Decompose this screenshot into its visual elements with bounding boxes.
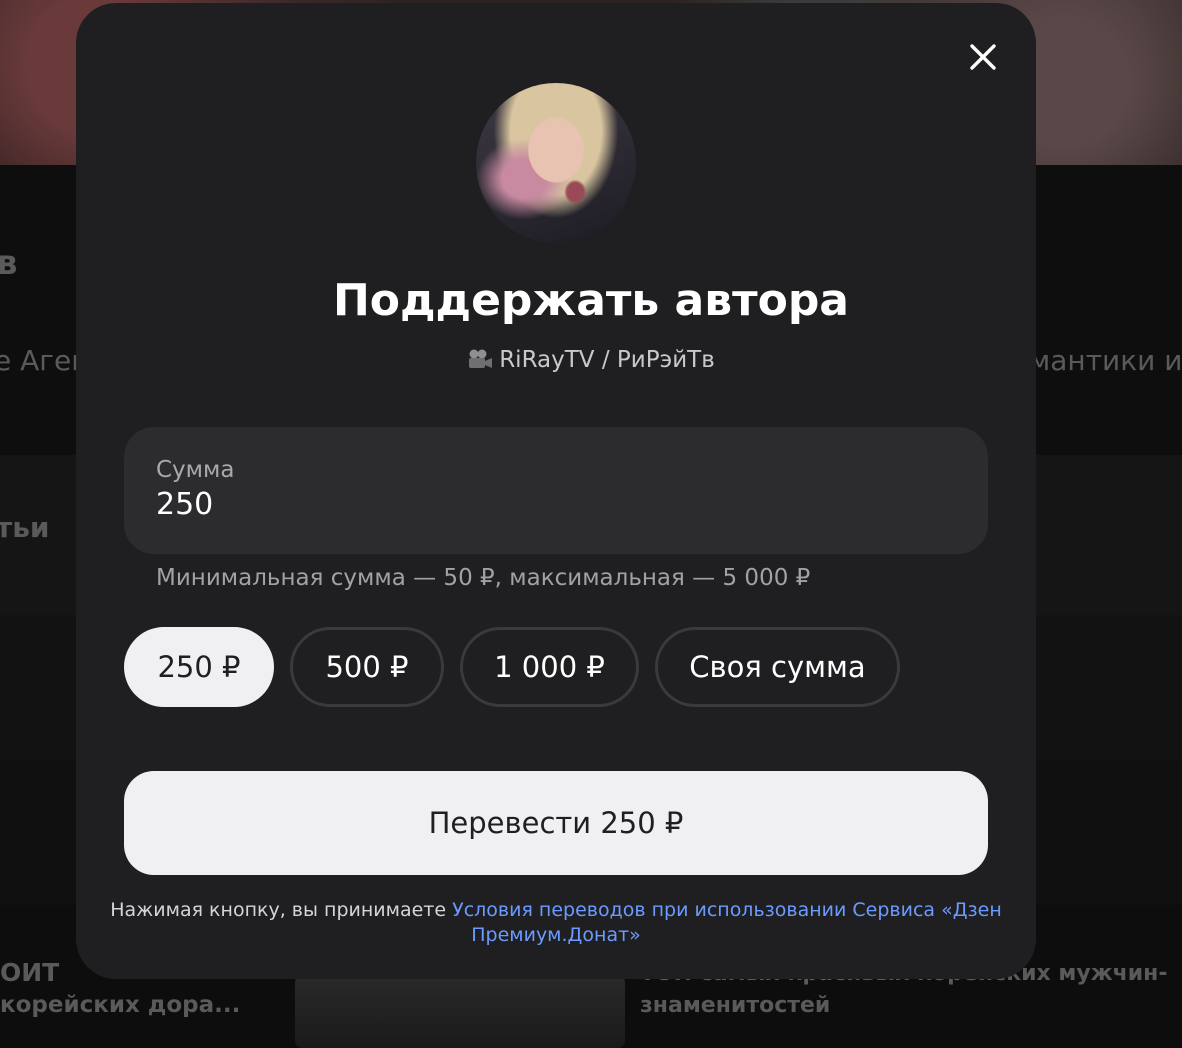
close-icon (970, 44, 996, 70)
transfer-button[interactable]: Перевести 250 ₽ (124, 771, 988, 875)
modal-title: Поддержать автора (332, 275, 850, 326)
amount-chip-custom[interactable]: Своя сумма (655, 627, 900, 707)
terms-text: Нажимая кнопку, вы принимаете Условия пе… (76, 898, 1036, 948)
author-name-row: RiRayTV / РиРэйТв (0, 347, 1182, 376)
background-text: тьи (0, 511, 50, 544)
terms-link[interactable]: Условия переводов при использовании Серв… (452, 899, 1002, 946)
terms-prefix: Нажимая кнопку, вы принимаете (110, 899, 453, 921)
amount-input[interactable]: Сумма 250 (124, 427, 988, 554)
movie-camera-icon (467, 348, 493, 376)
amount-chip-250[interactable]: 250 ₽ (124, 627, 274, 707)
amount-hint: Минимальная сумма — 50 ₽, максимальная —… (156, 565, 811, 591)
background-text: знаменитостей (640, 993, 831, 1018)
close-button[interactable] (960, 34, 1006, 80)
amount-label: Сумма (156, 457, 235, 483)
amount-chip-500[interactable]: 500 ₽ (290, 627, 444, 707)
amount-value[interactable]: 250 (156, 487, 213, 522)
amount-chip-1000[interactable]: 1 000 ₽ (460, 627, 639, 707)
author-avatar (476, 83, 636, 243)
background-text: корейских дора... (0, 992, 241, 1018)
background-thumbnail (295, 975, 625, 1048)
background-text: ОИТ (0, 958, 60, 987)
author-name: RiRayTV / РиРэйТв (499, 347, 715, 373)
